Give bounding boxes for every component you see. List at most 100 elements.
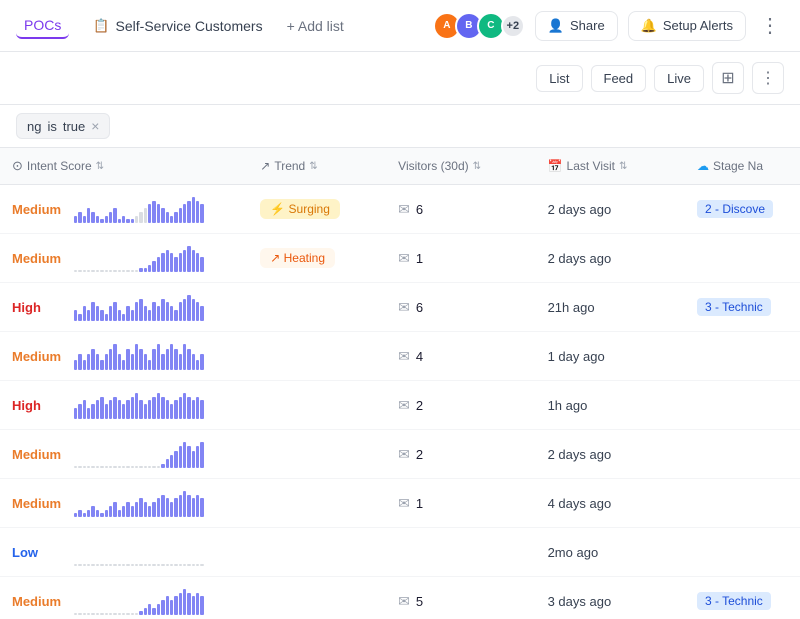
table-row: Low 2mo ago [0, 528, 800, 577]
chart-bar [166, 596, 169, 615]
visitors-td: ✉1 [386, 234, 535, 283]
chart-bar [187, 246, 190, 272]
mail-icon: ✉ [398, 348, 410, 365]
more-options-button[interactable]: ⋮ [752, 62, 784, 94]
chart-bar [109, 466, 112, 468]
trend-badge-heating: ↗ Heating [260, 248, 335, 268]
tab-self-service[interactable]: 📋 Self-Service Customers [85, 14, 270, 38]
chart-bar [91, 506, 94, 517]
trend-cell [248, 332, 386, 381]
filter-value: true [63, 119, 85, 134]
chart-bar [144, 208, 147, 223]
header-more-button[interactable]: ⋮ [756, 9, 784, 42]
add-list-button[interactable]: + Add list [287, 18, 344, 34]
chart-bar [144, 268, 147, 272]
chart-bar [105, 216, 108, 223]
chart-bar [200, 306, 203, 321]
trend-cell [248, 381, 386, 430]
col-stage[interactable]: ☁ Stage Na [685, 148, 800, 185]
chart-bar [105, 564, 108, 566]
chart-bar [135, 564, 138, 566]
trend-cell [248, 577, 386, 619]
visitors-td: ✉2 [386, 381, 535, 430]
chart-bar [131, 310, 134, 321]
chart-bar [100, 466, 103, 468]
chart-bar [131, 397, 134, 419]
chart-bar [122, 270, 125, 272]
filter-text: ng [27, 119, 41, 134]
last-visit-cell: 2 days ago [536, 430, 685, 479]
chart-bar [135, 466, 138, 468]
mini-chart [74, 391, 204, 419]
chart-bar [174, 310, 177, 321]
col-trend[interactable]: ↗ Trend ⇅ [248, 148, 386, 185]
chart-bar [161, 299, 164, 321]
chart-bar [192, 564, 195, 566]
visitors-td [386, 528, 535, 577]
chart-bar [74, 216, 77, 223]
chart-bar [157, 604, 160, 615]
chart-bar [157, 393, 160, 419]
live-view-button[interactable]: Live [654, 65, 704, 92]
chart-bar [179, 302, 182, 321]
last-visit-cell: 3 days ago [536, 577, 685, 619]
chart-bar [83, 564, 86, 566]
chart-bar [126, 502, 129, 517]
col-visitors[interactable]: Visitors (30d) ⇅ [386, 148, 535, 185]
chart-bar [135, 270, 138, 272]
intent-score-cell: Medium [0, 479, 248, 528]
chart-bar [174, 596, 177, 615]
list-view-button[interactable]: List [536, 65, 582, 92]
chart-bar [200, 564, 203, 566]
columns-button[interactable]: ⊞ [712, 62, 744, 94]
chart-bar [74, 466, 77, 468]
filter-tag[interactable]: ng is true × [16, 113, 110, 139]
chart-bar [105, 314, 108, 321]
chart-bar [109, 613, 112, 615]
chart-bar [113, 466, 116, 468]
chart-bar [183, 564, 186, 566]
columns-icon: ⊞ [721, 68, 734, 88]
mail-icon: ✉ [398, 495, 410, 512]
chart-bar [83, 270, 86, 272]
intent-score-cell: High [0, 283, 248, 332]
chart-bar [105, 466, 108, 468]
chart-bar [118, 400, 121, 419]
chart-bar [74, 270, 77, 272]
chart-bar [166, 459, 169, 468]
alert-icon: 🔔 [641, 18, 657, 34]
chart-bar [200, 400, 203, 419]
stage-cell [685, 430, 800, 479]
visitors-td: ✉5 [386, 577, 535, 619]
score-label: Low [12, 545, 64, 560]
feed-view-button[interactable]: Feed [591, 65, 647, 92]
setup-alerts-button[interactable]: 🔔 Setup Alerts [628, 11, 746, 41]
visitors-td: ✉2 [386, 430, 535, 479]
score-label: High [12, 398, 64, 413]
filter-row: ng is true × [0, 105, 800, 148]
chart-bar [192, 299, 195, 321]
tab-pocs[interactable]: POCs [16, 13, 69, 39]
chart-bar [166, 349, 169, 370]
chart-bar [148, 265, 151, 272]
share-button[interactable]: 👤 Share [535, 11, 618, 41]
col-last-visit[interactable]: 📅 Last Visit ⇅ [536, 148, 685, 185]
trend-cell [248, 430, 386, 479]
intent-score-col-icon: ⊙ [12, 158, 23, 174]
table-row: Medium ⚡ Surging ✉6 2 days ago 2 - Disco… [0, 185, 800, 234]
chart-bar [100, 397, 103, 419]
chart-bar [118, 613, 121, 615]
visitor-count: 1 [416, 251, 423, 266]
chart-bar [105, 270, 108, 272]
filter-close-button[interactable]: × [91, 118, 99, 134]
visitor-count: 2 [416, 447, 423, 462]
chart-bar [105, 404, 108, 419]
chart-bar [139, 299, 142, 321]
chart-bar [113, 564, 116, 566]
avatar-count: +2 [501, 14, 525, 38]
chart-bar [192, 400, 195, 419]
trend-cell [248, 528, 386, 577]
chart-bar [170, 404, 173, 419]
col-intent-score[interactable]: ⊙ Intent Score ⇅ [0, 148, 248, 185]
chart-bar [74, 564, 77, 566]
